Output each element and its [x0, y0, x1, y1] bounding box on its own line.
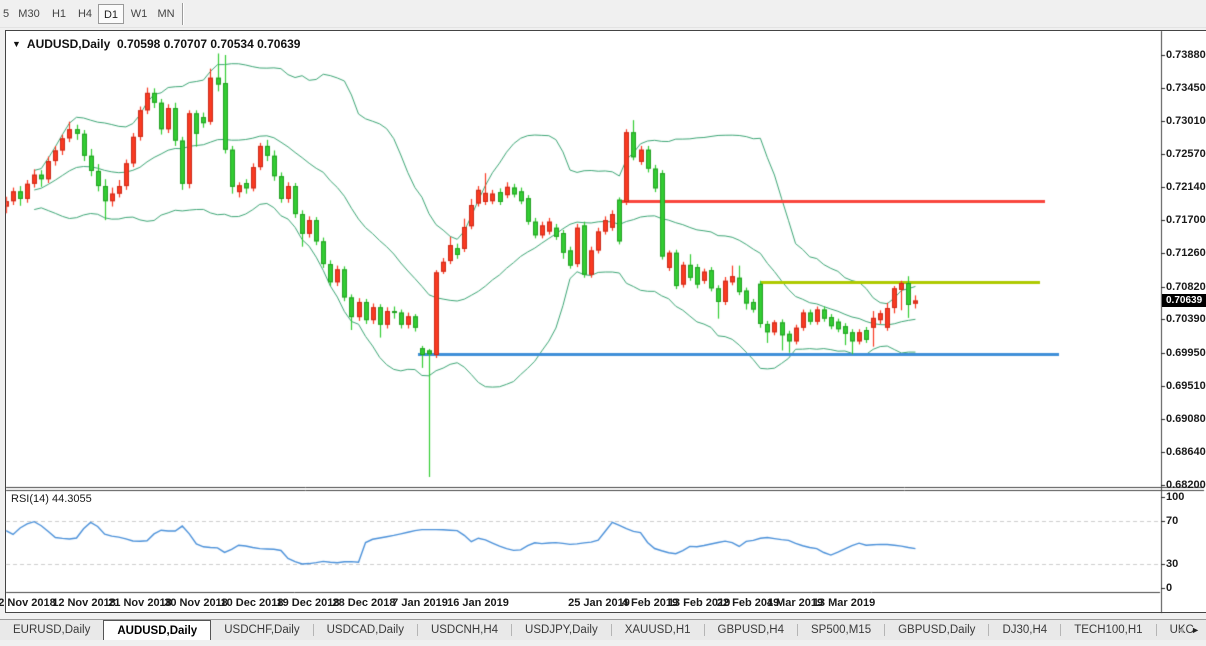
chart-tab-DJ30[interactable]: DJ30,H4 [989, 620, 1060, 640]
chart-tab-GBPUSD[interactable]: GBPUSD,Daily [885, 620, 988, 640]
price-axis-label: 0.72140 [1166, 181, 1206, 193]
date-axis-label: 19 Dec 2018 [277, 597, 340, 609]
price-axis-label: 0.68640 [1166, 446, 1206, 458]
chart-ohlc-values: 0.70598 0.70707 0.70534 0.70639 [117, 37, 301, 51]
mt4-terminal: 5M30H1H4D1W1MN ▼AUDUSD,Daily 0.70598 0.7… [0, 0, 1206, 646]
price-axis-label: 0.69950 [1166, 347, 1206, 359]
tab-scroll-right-icon[interactable]: ► [1191, 620, 1200, 640]
chart-tab-USDJPY[interactable]: USDJPY,Daily [512, 620, 611, 640]
price-axis-label: 0.69510 [1166, 380, 1206, 392]
price-axis-label: 0.72570 [1166, 148, 1206, 160]
rsi-indicator-label: RSI(14) 44.3055 [11, 493, 92, 505]
date-axis-label: 12 Nov 2018 [52, 597, 116, 609]
price-axis-label: 0.70820 [1166, 281, 1206, 293]
current-price-badge: 0.70639 [1162, 294, 1206, 307]
chart-dropdown-icon[interactable]: ▼ [12, 39, 21, 49]
date-axis-label: 13 Mar 2019 [813, 597, 875, 609]
date-axis-label: 21 Nov 2018 [108, 597, 172, 609]
chart-tab-SP500[interactable]: SP500,M15 [798, 620, 884, 640]
rsi-axis-label: 100 [1166, 491, 1184, 503]
tab-scroll-left-icon[interactable]: ◄ [1176, 620, 1185, 640]
chart-tab-bar: EURUSD,DailyAUDUSD,DailyUSDCHF,DailyUSDC… [0, 619, 1206, 640]
date-axis-label: 10 Dec 2018 [221, 597, 284, 609]
chart-tab-USDCHF[interactable]: USDCHF,Daily [211, 620, 312, 640]
chart-tab-TECH100[interactable]: TECH100,H1 [1061, 620, 1155, 640]
rsi-axis-label: 70 [1166, 515, 1178, 527]
chart-symbol-label: AUDUSD,Daily [27, 37, 110, 51]
rsi-axis-label: 30 [1166, 558, 1178, 570]
date-axis-label: 30 Nov 2018 [164, 597, 228, 609]
chart-title: ▼ AUDUSD,Daily 0.70598 0.70707 0.70534 0.… [12, 37, 300, 51]
chart-tab-USDCNH[interactable]: USDCNH,H4 [418, 620, 511, 640]
chart-tab-AUDUSD[interactable]: AUDUSD,Daily [103, 620, 211, 640]
price-axis-label: 0.71700 [1166, 214, 1206, 226]
chart-tab-USDCAD[interactable]: USDCAD,Daily [314, 620, 417, 640]
tab-scroll-arrows: ◄► [1176, 620, 1204, 640]
price-axis-label: 0.68200 [1166, 479, 1206, 491]
date-axis-label: 28 Dec 2018 [333, 597, 396, 609]
price-chart-canvas[interactable] [0, 0, 1206, 646]
price-axis-label: 0.70390 [1166, 313, 1206, 325]
price-axis-label: 0.73450 [1166, 82, 1206, 94]
price-axis-label: 0.73880 [1166, 49, 1206, 61]
date-axis-label: 25 Jan 2019 [568, 597, 630, 609]
chart-tab-XAUUSD[interactable]: XAUUSD,H1 [612, 620, 704, 640]
price-axis-label: 0.71260 [1166, 247, 1206, 259]
price-axis-label: 0.73010 [1166, 115, 1206, 127]
price-axis-label: 0.69080 [1166, 413, 1206, 425]
date-axis-label: 2 Nov 2018 [0, 597, 56, 609]
rsi-axis-label: 0 [1166, 582, 1172, 594]
chart-tab-GBPUSD[interactable]: GBPUSD,H4 [705, 620, 797, 640]
date-axis-label: 7 Jan 2019 [392, 597, 448, 609]
chart-tab-EURUSD[interactable]: EURUSD,Daily [0, 620, 103, 640]
date-axis-label: 16 Jan 2019 [447, 597, 509, 609]
